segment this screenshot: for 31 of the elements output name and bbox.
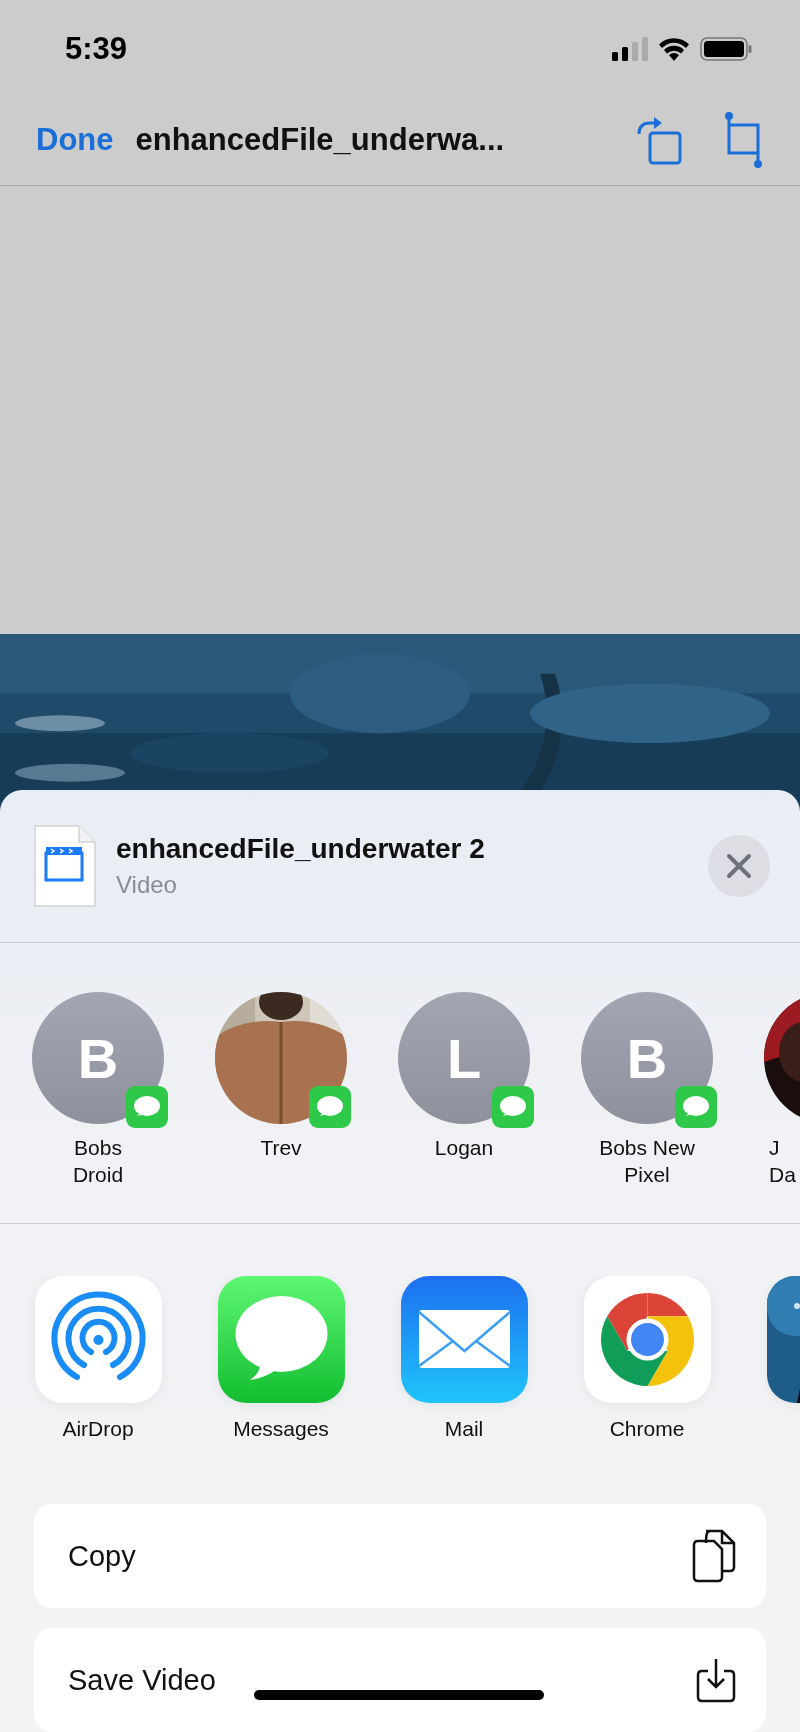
close-icon [726, 853, 752, 879]
action-button[interactable]: Copy [34, 1504, 766, 1608]
video-file-icon [34, 825, 96, 907]
copy-icon [692, 1529, 736, 1583]
rotate-icon[interactable] [636, 114, 682, 165]
chrome-icon [583, 1276, 711, 1403]
save-icon [696, 1657, 736, 1703]
avatar-initial: L [398, 992, 530, 1124]
airdrop-icon [34, 1276, 162, 1403]
file-type: Video [116, 871, 178, 899]
contact-name[interactable]: Logan [434, 1134, 494, 1161]
avatar-initial: B [32, 992, 164, 1124]
file-name: enhancedFile_underwater 2 [116, 833, 486, 865]
app-label[interactable]: AirDrop [62, 1417, 134, 1441]
app-label[interactable]: Mail [444, 1417, 484, 1441]
app-label[interactable]: Messages [233, 1417, 329, 1441]
app-label[interactable]: Chrome [609, 1417, 685, 1441]
contact-name[interactable]: Bobs New Pixel [599, 1134, 695, 1188]
status-time: 5:39 [65, 30, 128, 68]
file-title: enhancedFile_underwa... [135, 121, 506, 158]
avatar-initial: B [581, 992, 713, 1124]
wifi-icon [658, 37, 690, 62]
action-button[interactable]: Save Video [34, 1628, 766, 1732]
crop-icon[interactable] [722, 110, 764, 169]
contact-name[interactable]: Trev [260, 1134, 302, 1161]
signal-icon [612, 37, 648, 62]
messages-icon [217, 1276, 345, 1403]
mail-icon [400, 1276, 528, 1403]
contact-name[interactable]: J Da [755, 1134, 796, 1188]
battery-icon [700, 37, 752, 62]
contact-name[interactable]: Bobs Droid [72, 1134, 124, 1188]
